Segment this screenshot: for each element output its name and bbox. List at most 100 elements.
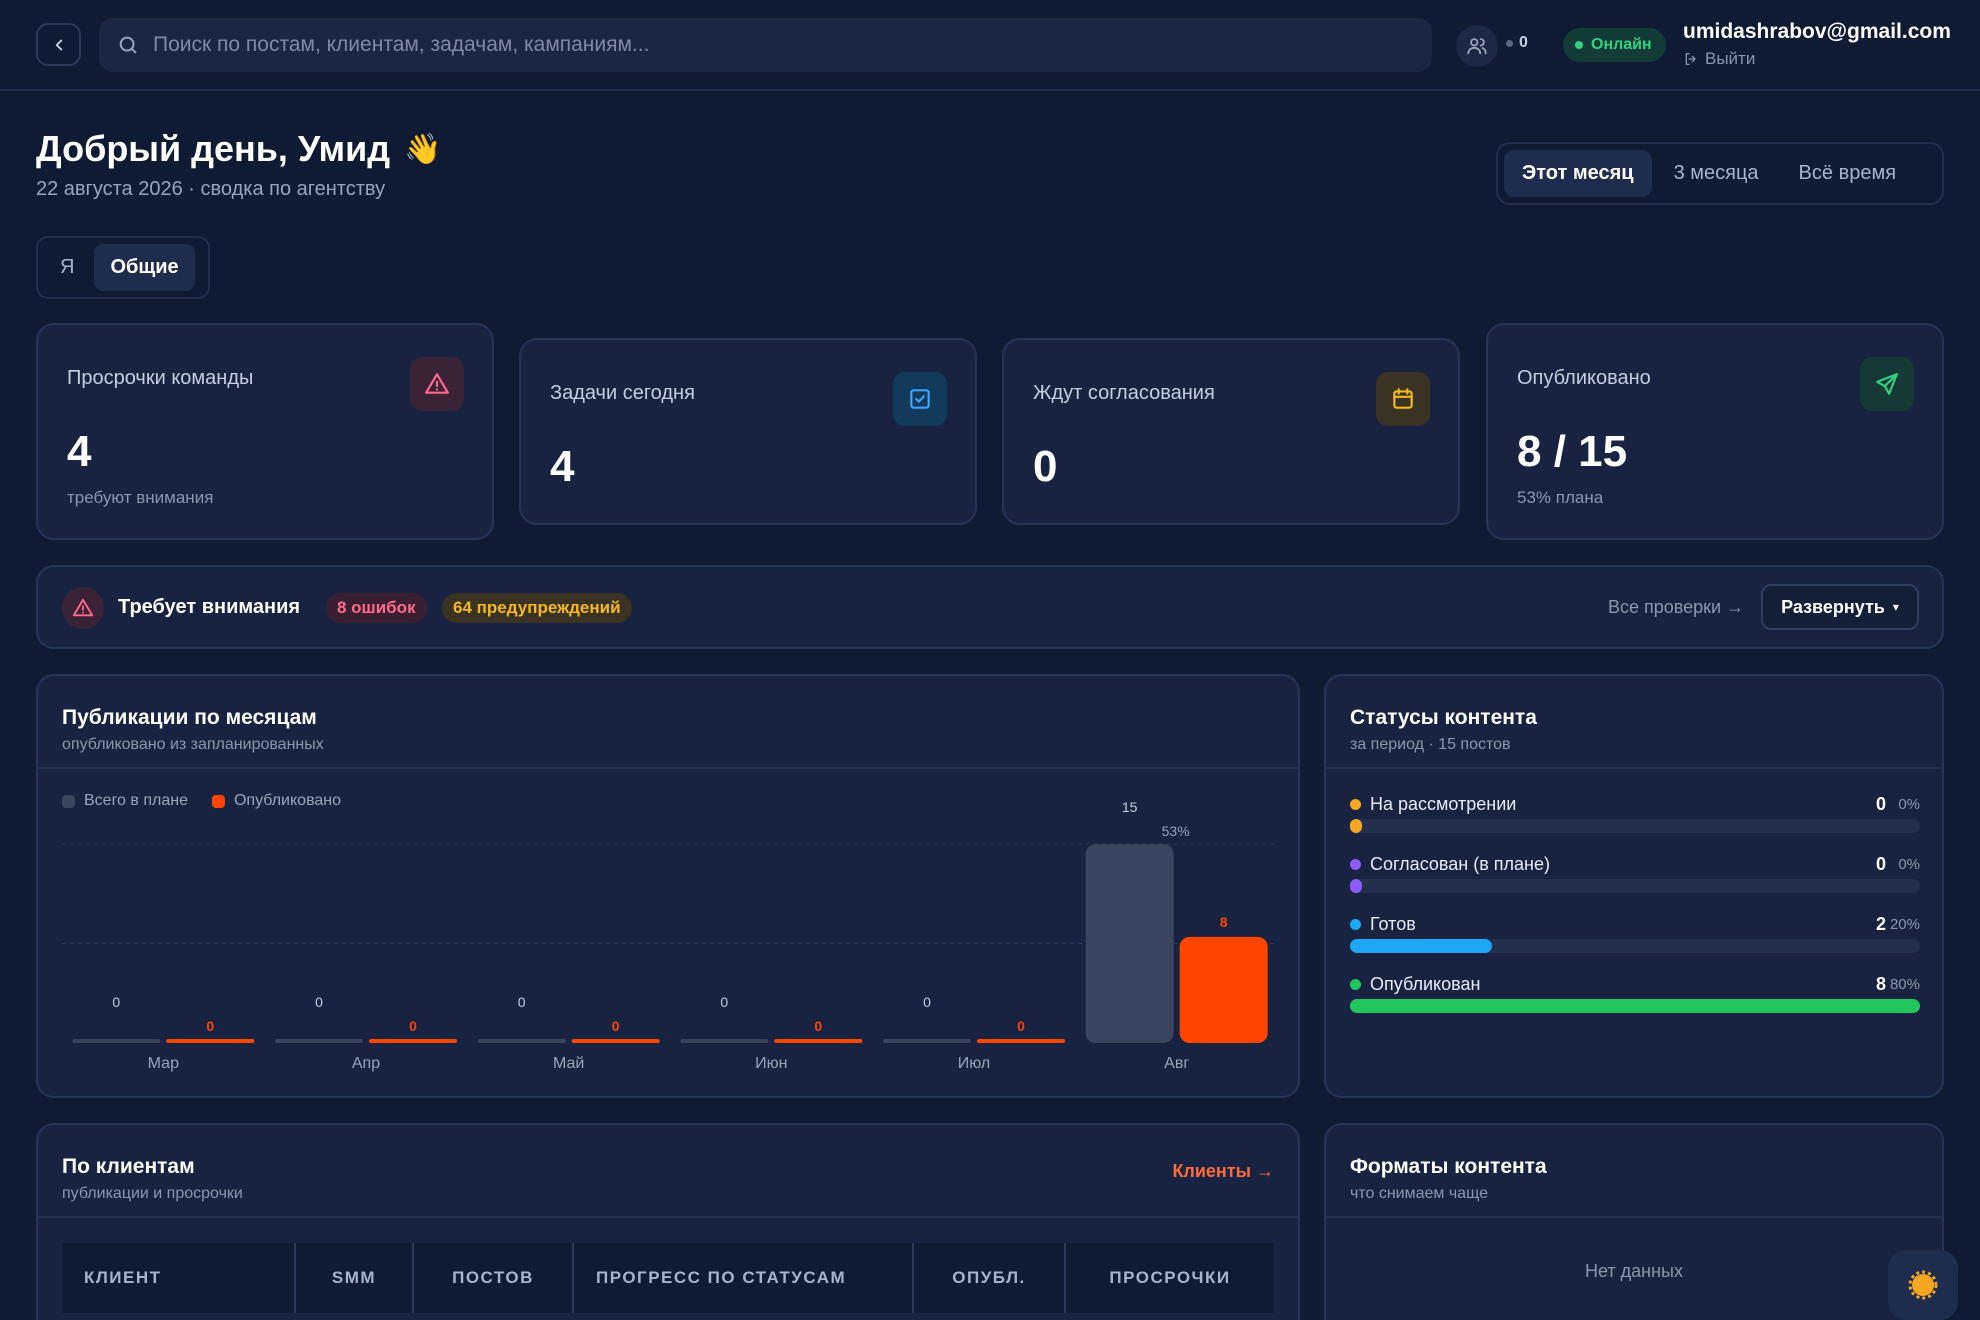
status-percent: 0% bbox=[1898, 796, 1920, 813]
percent-annotation: 53% bbox=[1162, 823, 1190, 839]
errors-badge[interactable]: 8 ошибок bbox=[326, 593, 427, 623]
divider bbox=[1326, 1216, 1942, 1218]
bar-total bbox=[72, 1039, 161, 1043]
online-status-label: Онлайн bbox=[1591, 36, 1652, 53]
table-header: КЛИЕНТ SMM ПОСТОВ ПРОГРЕСС ПО СТАТУСАМ О… bbox=[62, 1243, 1274, 1313]
tab-3-months[interactable]: 3 месяца bbox=[1656, 150, 1777, 197]
x-tick-label: Мар bbox=[148, 1055, 179, 1072]
panel-title: По клиентам bbox=[62, 1155, 195, 1178]
status-dot bbox=[1350, 799, 1361, 810]
status-progress-track bbox=[1350, 879, 1920, 893]
stat-card-awaiting-approval[interactable]: Ждут согласования 0 bbox=[1002, 338, 1460, 525]
column-header-client[interactable]: КЛИЕНТ bbox=[62, 1243, 296, 1313]
online-users-button[interactable] bbox=[1456, 25, 1498, 67]
status-progress-track bbox=[1350, 939, 1920, 953]
column-header-smm[interactable]: SMM bbox=[296, 1243, 414, 1313]
bar-total-label: 0 bbox=[112, 994, 120, 1010]
bar-total-label: 0 bbox=[518, 994, 526, 1010]
stat-label: Ждут согласования bbox=[1033, 382, 1215, 404]
status-progress-track bbox=[1350, 999, 1920, 1013]
tab-all-time[interactable]: Всё время bbox=[1781, 150, 1914, 197]
period-tabs: Этот месяц 3 месяца Всё время bbox=[1496, 142, 1944, 205]
stat-card-tasks-today[interactable]: Задачи сегодня 4 bbox=[519, 338, 977, 525]
bar-total bbox=[680, 1039, 769, 1043]
column-header-progress[interactable]: ПРОГРЕСС ПО СТАТУСАМ bbox=[574, 1243, 914, 1313]
tab-shared[interactable]: Общие bbox=[94, 244, 195, 291]
publications-panel: Публикации по месяцам опубликовано из за… bbox=[36, 674, 1300, 1098]
tab-me[interactable]: Я bbox=[44, 244, 90, 291]
caret-down-icon: ▾ bbox=[1892, 600, 1899, 614]
stat-label: Опубликовано bbox=[1517, 367, 1651, 389]
stat-card-published[interactable]: Опубликовано 8 / 15 53% плана bbox=[1486, 323, 1944, 540]
clients-link[interactable]: Клиенты → bbox=[1172, 1161, 1274, 1182]
status-percent: 0% bbox=[1898, 856, 1920, 873]
status-progress-fill bbox=[1350, 999, 1920, 1013]
attention-title: Требует внимания bbox=[118, 596, 301, 618]
bar-published bbox=[774, 1039, 863, 1043]
search-icon bbox=[119, 36, 137, 54]
bar-published-label: 8 bbox=[1220, 914, 1228, 930]
bar-published bbox=[166, 1039, 255, 1043]
bar-published bbox=[571, 1039, 660, 1043]
stat-note: требуют внимания bbox=[67, 488, 214, 507]
divider bbox=[1326, 767, 1942, 769]
check-square-icon bbox=[893, 372, 947, 426]
attention-bar: Требует внимания 8 ошибок 64 предупрежде… bbox=[36, 565, 1944, 649]
calendar-icon bbox=[1376, 372, 1430, 426]
stat-card-overdue[interactable]: Просрочки команды 4 требуют внимания bbox=[36, 323, 494, 540]
panel-subtitle: публикации и просрочки bbox=[62, 1185, 243, 1202]
status-count: 2 bbox=[1875, 914, 1886, 934]
logout-link[interactable]: Выйти bbox=[1683, 49, 1755, 69]
stat-note: 53% плана bbox=[1517, 488, 1604, 507]
all-checks-link[interactable]: Все проверки → bbox=[1608, 597, 1744, 618]
stat-value: 4 bbox=[550, 442, 575, 491]
column-header-published[interactable]: ОПУБЛ. bbox=[914, 1243, 1066, 1313]
panel-subtitle: что снимаем чаще bbox=[1350, 1185, 1488, 1202]
clients-panel: По клиентам публикации и просрочки Клиен… bbox=[36, 1123, 1300, 1320]
status-count: 0 bbox=[1875, 794, 1886, 814]
warnings-badge[interactable]: 64 предупреждений bbox=[442, 593, 632, 623]
bar-total bbox=[883, 1039, 971, 1043]
panel-title: Форматы контента bbox=[1350, 1155, 1547, 1178]
status-row-ready: Готов 2 20% bbox=[1350, 914, 1920, 964]
bar-published-label: 0 bbox=[814, 1018, 822, 1034]
page-title: Добрый день, Умид 👋 bbox=[36, 128, 442, 170]
bar-total-label: 0 bbox=[720, 994, 728, 1010]
expand-label: Развернуть bbox=[1781, 596, 1885, 617]
status-name: Опубликован bbox=[1370, 974, 1481, 994]
panel-subtitle: за период · 15 постов bbox=[1350, 736, 1511, 753]
panel-title: Статусы контента bbox=[1350, 706, 1537, 729]
presence-dot bbox=[1506, 39, 1513, 47]
theme-toggle-button[interactable] bbox=[1888, 1250, 1958, 1320]
status-label: Опубликован bbox=[1350, 974, 1480, 995]
divider bbox=[38, 1216, 1298, 1218]
page-subtitle: 22 августа 2026 · сводка по агентству bbox=[36, 178, 386, 200]
back-button[interactable] bbox=[36, 23, 81, 66]
status-count: 8 bbox=[1875, 974, 1886, 994]
bar-published bbox=[369, 1039, 457, 1043]
tab-this-month[interactable]: Этот месяц bbox=[1504, 150, 1652, 197]
publications-chart: 0 0 Мар 0 0 Апр 0 0 Май 0 0 Июн 0 0 Июл 15 8 53% Авг bbox=[62, 799, 1278, 1072]
status-name: На рассмотрении bbox=[1370, 794, 1517, 814]
status-row-review: На рассмотрении 0 0% bbox=[1350, 794, 1920, 844]
column-header-posts[interactable]: ПОСТОВ bbox=[414, 1243, 574, 1313]
column-header-overdue[interactable]: ПРОСРОЧКИ bbox=[1066, 1243, 1274, 1313]
online-users-count: 0 bbox=[1506, 34, 1528, 52]
expand-button[interactable]: Развернуть ▾ bbox=[1761, 584, 1919, 630]
search-input[interactable]: Поиск по постам, клиентам, задачам, камп… bbox=[99, 18, 1432, 72]
status-dot bbox=[1350, 979, 1361, 990]
stat-value: 8 / 15 bbox=[1517, 427, 1628, 476]
x-tick-label: Июн bbox=[755, 1055, 787, 1072]
x-tick-label: Июл bbox=[958, 1055, 990, 1072]
user-email: umidashrabov@gmail.com bbox=[1683, 20, 1951, 43]
bar-published-label: 0 bbox=[206, 1018, 214, 1034]
status-row-published: Опубликован 8 80% bbox=[1350, 974, 1920, 1024]
status-percent: 80% bbox=[1889, 976, 1920, 993]
status-progress-fill bbox=[1350, 939, 1492, 953]
status-name: Готов bbox=[1370, 914, 1416, 934]
status-percent: 20% bbox=[1889, 916, 1920, 933]
bar-total-label: 0 bbox=[923, 994, 931, 1010]
status-label: Готов bbox=[1350, 914, 1416, 935]
status-label: Согласован (в плане) bbox=[1350, 854, 1550, 875]
status-count: 0 bbox=[1875, 854, 1886, 874]
